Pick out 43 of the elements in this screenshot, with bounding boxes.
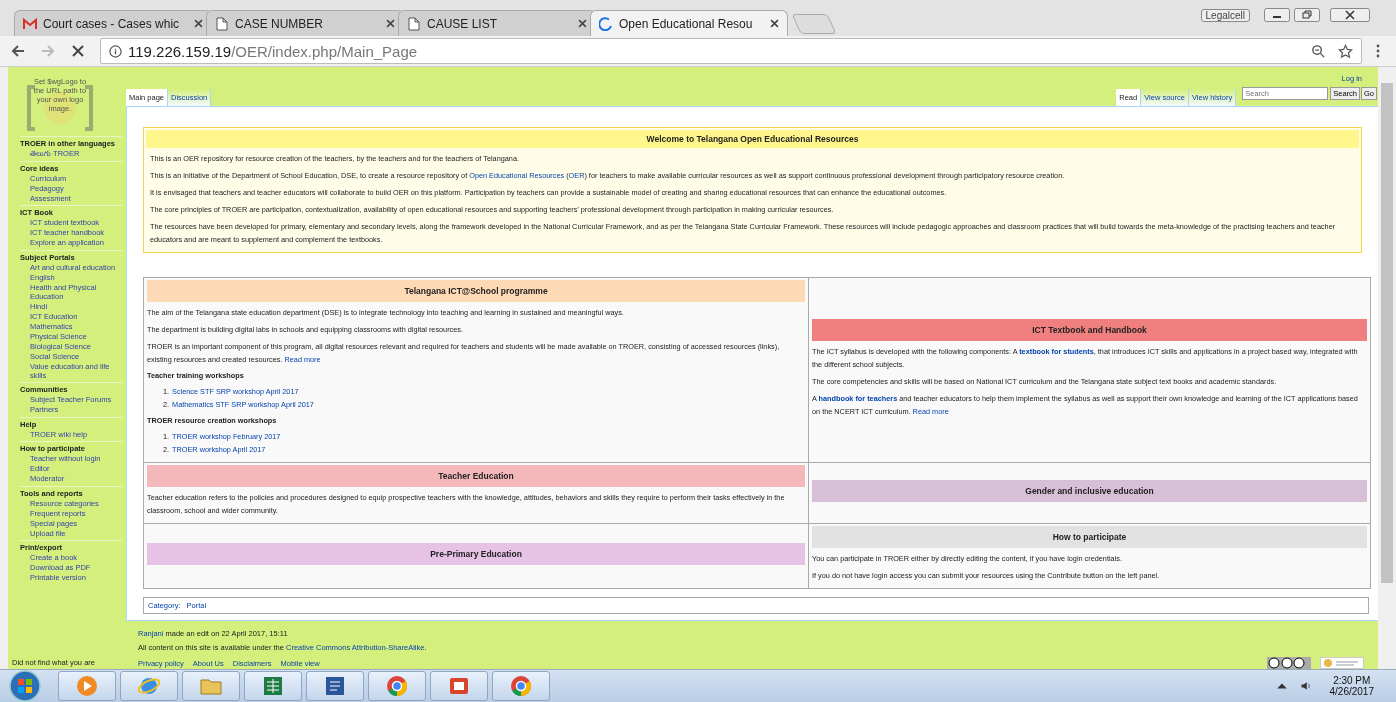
taskbar-app-button[interactable] bbox=[492, 671, 550, 701]
document-icon bbox=[323, 674, 347, 698]
spreadsheet-icon bbox=[261, 674, 285, 698]
play-icon bbox=[75, 674, 99, 698]
restore-icon[interactable] bbox=[1294, 8, 1320, 22]
zoom-out-icon[interactable] bbox=[1311, 43, 1326, 59]
close-icon[interactable] bbox=[386, 19, 395, 28]
minimize-icon[interactable] bbox=[1264, 8, 1290, 22]
scrollbar[interactable] bbox=[1378, 67, 1396, 669]
taskbar-app-button[interactable] bbox=[244, 671, 302, 701]
info-icon bbox=[109, 44, 122, 58]
profile-button[interactable]: Legalcell bbox=[1200, 8, 1250, 22]
menu-icon[interactable] bbox=[1376, 44, 1380, 58]
mail-icon bbox=[23, 16, 37, 31]
browser-icon bbox=[509, 674, 533, 698]
license-badge-icon[interactable] bbox=[1267, 657, 1311, 669]
close-icon[interactable] bbox=[578, 19, 587, 28]
start-orb-icon[interactable] bbox=[8, 669, 42, 702]
stop-icon[interactable] bbox=[70, 43, 86, 59]
close-icon[interactable] bbox=[1330, 8, 1370, 22]
browser-icon bbox=[385, 674, 409, 698]
section-header: Pre-Primary Education bbox=[147, 543, 806, 565]
taskbar-app-button[interactable] bbox=[368, 671, 426, 701]
browser-tab[interactable]: Open Educational Resou bbox=[590, 10, 788, 36]
section-header: How to participate bbox=[812, 526, 1367, 548]
loading-icon bbox=[599, 16, 613, 31]
close-icon[interactable] bbox=[770, 19, 779, 28]
taskbar-app-button[interactable] bbox=[120, 671, 178, 701]
page-icon bbox=[407, 16, 421, 31]
section-header: ICT Textbook and Handbook bbox=[812, 318, 1367, 341]
page-icon bbox=[215, 16, 229, 31]
star-icon[interactable] bbox=[1338, 43, 1353, 59]
welcome-title: Welcome to Telangana Open Educational Resources bbox=[146, 130, 1359, 148]
section-header: Telangana ICT@School programme bbox=[147, 280, 806, 302]
clock[interactable]: 2:30 PM 4/26/2017 bbox=[1329, 675, 1374, 697]
taskbar-app-button[interactable] bbox=[430, 671, 488, 701]
address-bar[interactable]: 119.226.159.19/OER/index.php/Main_Page bbox=[100, 38, 1362, 64]
back-icon[interactable] bbox=[10, 43, 26, 59]
taskbar-app-button[interactable] bbox=[306, 671, 364, 701]
close-icon[interactable] bbox=[194, 19, 203, 28]
section-header: Gender and inclusive education bbox=[812, 480, 1367, 502]
speaker-icon[interactable] bbox=[1299, 680, 1312, 692]
section-header: Teacher Education bbox=[147, 465, 806, 487]
